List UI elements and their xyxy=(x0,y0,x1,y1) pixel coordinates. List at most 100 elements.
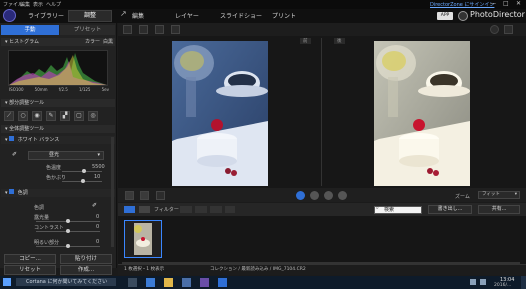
chevron-down-icon: ▾ xyxy=(514,192,517,197)
thumbnail[interactable] xyxy=(124,220,162,258)
filmstrip-view-icon[interactable] xyxy=(124,206,135,213)
photodirector-taskbar-icon[interactable] xyxy=(218,278,227,287)
volume-icon[interactable] xyxy=(470,279,476,285)
network-icon[interactable] xyxy=(480,279,486,285)
brush-tool-icon[interactable]: ✎ xyxy=(46,111,56,121)
left-panel-scrollbar[interactable] xyxy=(111,137,114,247)
grid-view-icon[interactable] xyxy=(155,25,164,34)
export-button[interactable]: 書き出し... xyxy=(428,205,472,214)
tone-checkbox[interactable] xyxy=(9,189,15,194)
single-image-icon[interactable] xyxy=(125,191,134,200)
tone-header[interactable]: ▾ 色調 xyxy=(1,189,115,197)
partial-tools-title: 部分調整ツール xyxy=(9,100,45,106)
histogram-header[interactable]: ▾ ヒストグラム カラー 白黒 xyxy=(1,38,115,46)
filter-label[interactable]: フィルター xyxy=(154,206,179,213)
copy-button[interactable]: コピー... xyxy=(4,254,56,264)
highlight-value[interactable]: 0 xyxy=(96,239,99,245)
nav-print[interactable]: プリント xyxy=(272,11,296,20)
store-icon[interactable] xyxy=(182,278,191,287)
edge-icon[interactable] xyxy=(146,278,155,287)
gradient-tool-icon[interactable]: ▞ xyxy=(60,111,70,121)
share-button[interactable]: 共有... xyxy=(478,205,520,214)
histogram xyxy=(8,50,108,86)
app-icon[interactable] xyxy=(200,278,209,287)
fullscreen-icon[interactable] xyxy=(171,25,180,34)
nav-library[interactable]: ライブラリー xyxy=(28,11,64,20)
compare-view-icon[interactable] xyxy=(139,25,148,34)
photo-before-image xyxy=(172,41,268,186)
nav-adjust[interactable]: 調整 xyxy=(68,10,112,22)
nav-slideshow[interactable]: スライドショー xyxy=(220,11,262,20)
exposure-slider-knob[interactable] xyxy=(66,219,70,223)
wb-checkbox[interactable] xyxy=(9,136,15,141)
partial-tools-header[interactable]: ▾ 部分調整ツール xyxy=(1,99,115,107)
red-eye-tool-icon[interactable]: ◉ xyxy=(32,111,42,121)
arrow-icon[interactable]: ↗ xyxy=(120,9,127,18)
menu-edit[interactable]: 編集 xyxy=(20,1,30,8)
show-desktop-button[interactable] xyxy=(521,276,526,289)
eyedropper-icon[interactable]: ✐ xyxy=(12,151,22,159)
tint-value[interactable]: 10 xyxy=(94,174,100,180)
menu-help[interactable]: ヘルプ xyxy=(46,1,61,8)
reset-button[interactable]: リセット xyxy=(4,265,56,275)
zoom-select[interactable]: フィット ▾ xyxy=(478,191,520,199)
contrast-value[interactable]: 0 xyxy=(96,224,99,230)
search-input[interactable]: 検索 xyxy=(374,206,422,214)
color-filter-icon[interactable] xyxy=(180,206,192,213)
exposure-value[interactable]: 0 xyxy=(96,214,99,220)
zoom-icon[interactable] xyxy=(490,25,499,34)
toggle-before-icon[interactable] xyxy=(296,191,305,200)
search-placeholder: 検索 xyxy=(384,207,395,213)
crop-tool-icon[interactable]: ⟋ xyxy=(4,111,14,121)
tint-label: 色かぶり xyxy=(46,175,67,181)
before-label: 前 xyxy=(300,38,311,44)
global-tools-header[interactable]: ▾ 全体調整ツール xyxy=(1,125,115,133)
stack-icon[interactable] xyxy=(225,206,235,213)
hand-icon[interactable] xyxy=(504,25,513,34)
close-button[interactable]: ✕ xyxy=(516,0,521,7)
compare-divider[interactable] xyxy=(321,38,322,186)
split-view-icon[interactable] xyxy=(156,191,165,200)
nav-edit[interactable]: 編集 xyxy=(132,11,144,20)
signin-link[interactable]: DirectorZone にサインイン xyxy=(430,1,494,8)
create-button[interactable]: 作成... xyxy=(60,265,112,275)
rotate-left-icon[interactable] xyxy=(310,191,319,200)
menu-view[interactable]: 表示 xyxy=(33,1,43,8)
histogram-white-label[interactable]: 白黒 xyxy=(103,38,113,46)
windows-start-icon[interactable] xyxy=(3,278,11,286)
clock-date[interactable]: 2016/... xyxy=(494,283,511,288)
app-logo-icon[interactable] xyxy=(3,9,16,22)
taskbar-search-input[interactable]: Cortana に何か聞いてみてください xyxy=(16,278,116,286)
contrast-slider-knob[interactable] xyxy=(66,229,70,233)
highlight-slider-knob[interactable] xyxy=(66,244,70,248)
app-badge[interactable]: APP xyxy=(437,12,453,20)
wb-preset-select[interactable]: 昼光 ▾ xyxy=(28,151,104,160)
radial-tool-icon[interactable]: ◎ xyxy=(88,111,98,121)
tab-preset[interactable]: プリセット xyxy=(60,25,115,35)
side-by-side-icon[interactable] xyxy=(140,191,149,200)
maximize-button[interactable]: □ xyxy=(503,0,509,7)
single-view-icon[interactable] xyxy=(123,25,132,34)
flag-filter-icon[interactable] xyxy=(210,206,222,213)
rect-tool-icon[interactable]: ▢ xyxy=(74,111,84,121)
spot-tool-icon[interactable]: ○ xyxy=(18,111,28,121)
rotate-right-icon[interactable] xyxy=(324,191,333,200)
temp-value[interactable]: 5500 xyxy=(92,164,105,170)
focal-value: 50mm xyxy=(34,87,48,92)
tint-slider-knob[interactable] xyxy=(80,179,85,183)
tab-manual[interactable]: 手動 xyxy=(1,25,59,35)
explorer-icon[interactable] xyxy=(164,278,173,287)
rating-filter-icon[interactable] xyxy=(195,206,207,213)
wb-header[interactable]: ▾ ホワイト バランス xyxy=(1,136,115,144)
ev-value: 5ev xyxy=(101,87,109,92)
histogram-graph xyxy=(9,53,107,85)
flag-icon[interactable] xyxy=(338,191,347,200)
minimize-button[interactable]: — xyxy=(490,0,496,7)
grid-view-toggle-icon[interactable] xyxy=(139,206,150,213)
histogram-color-label[interactable]: カラー xyxy=(85,38,100,46)
nav-layer[interactable]: レイヤー xyxy=(175,11,199,20)
task-view-icon[interactable] xyxy=(128,278,137,287)
tone-eyedropper-icon[interactable]: ✐ xyxy=(92,202,97,209)
temp-slider-knob[interactable] xyxy=(82,169,86,173)
paste-button[interactable]: 貼り付け xyxy=(60,254,112,264)
